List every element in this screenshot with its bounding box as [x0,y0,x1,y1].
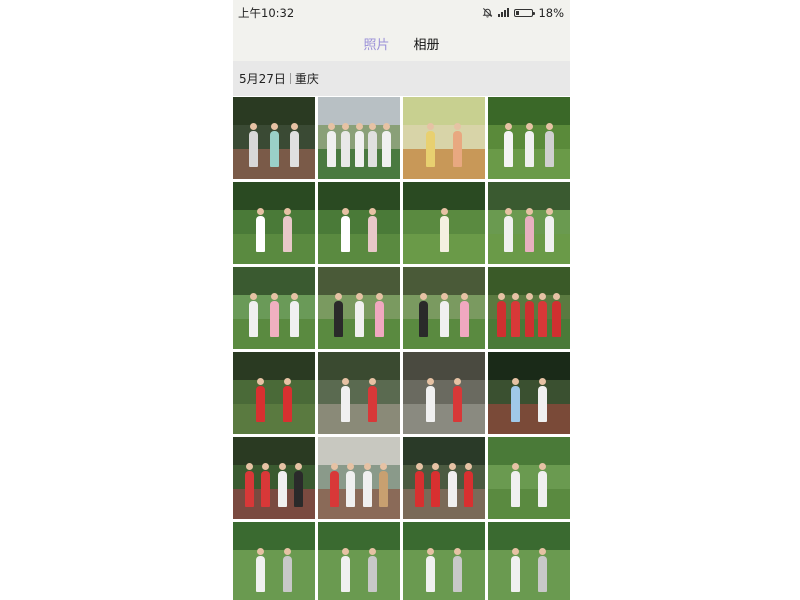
photo-thumbnail[interactable] [233,267,315,349]
photo-thumbnail[interactable] [403,522,485,600]
battery-icon [514,8,536,17]
photo-thumbnail[interactable] [488,182,570,264]
photo-thumbnail[interactable] [403,267,485,349]
photo-thumbnail[interactable] [233,97,315,179]
section-date: 5月27日 [239,72,286,86]
photo-thumbnail[interactable] [403,437,485,519]
photo-thumbnail[interactable] [403,97,485,179]
photo-grid [233,97,570,600]
signal-icon [498,8,510,17]
status-time: 上午10:32 [238,5,295,20]
photo-thumbnail[interactable] [488,97,570,179]
status-icons: 18% [482,6,564,20]
notifications-off-icon [483,8,493,18]
battery-percentage: 18% [538,5,564,20]
divider [289,73,291,84]
date-section-header: 5月27日 重庆 [233,61,570,96]
photo-thumbnail[interactable] [488,522,570,600]
photo-thumbnail[interactable] [488,437,570,519]
photo-thumbnail[interactable] [403,182,485,264]
photo-thumbnail[interactable] [233,182,315,264]
section-location: 重庆 [294,72,319,86]
photo-thumbnail[interactable] [488,352,570,434]
photo-thumbnail[interactable] [233,352,315,434]
photo-thumbnail[interactable] [403,352,485,434]
status-bar: 上午10:32 18% [233,0,570,25]
photo-thumbnail[interactable] [318,182,400,264]
photo-thumbnail[interactable] [233,437,315,519]
tab-bar: 照片 相册 [233,25,570,61]
photo-thumbnail[interactable] [318,352,400,434]
photo-thumbnail[interactable] [488,267,570,349]
photo-thumbnail[interactable] [318,522,400,600]
tab-photos[interactable]: 照片 [363,34,389,53]
photo-thumbnail[interactable] [233,522,315,600]
photo-thumbnail[interactable] [318,97,400,179]
photo-thumbnail[interactable] [318,437,400,519]
tab-albums[interactable]: 相册 [414,34,440,53]
phone-screen: 上午10:32 18% 照片 相册 5月27日 重庆 [233,0,570,600]
photo-thumbnail[interactable] [318,267,400,349]
